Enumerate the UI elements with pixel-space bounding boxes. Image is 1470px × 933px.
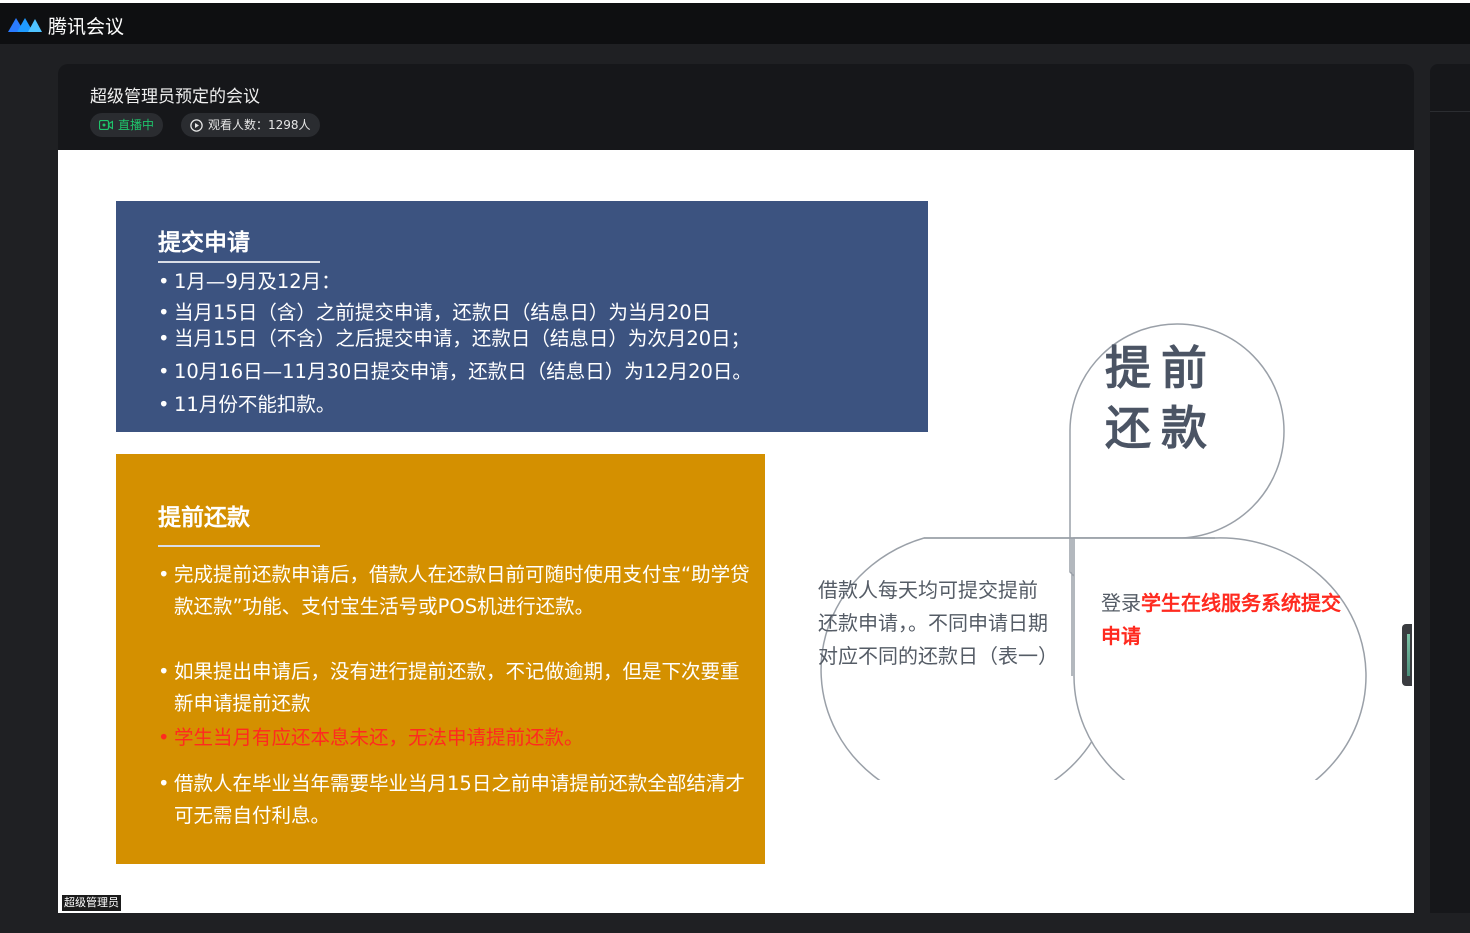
right-circle-text: 登录学生在线服务系统提交申请 bbox=[1101, 587, 1341, 653]
diagram-title: 提前还款 bbox=[1105, 341, 1217, 455]
camera-icon bbox=[99, 120, 113, 130]
prepayment-box: 提前还款 完成提前还款申请后，借款人在还款日前可随时使用支付宝“助学贷款还款”功… bbox=[116, 454, 765, 864]
meeting-window: 超级管理员预定的会议 直播中 观看人数：1298人 提交申请 1月—9月及12月… bbox=[58, 64, 1414, 913]
side-panel-handle[interactable] bbox=[1402, 624, 1412, 686]
title-bar: 腾讯会议 bbox=[0, 0, 1470, 44]
list-item: 11月份不能扣款。 bbox=[158, 389, 335, 421]
live-status-badge: 直播中 bbox=[90, 113, 164, 137]
meeting-title: 超级管理员预定的会议 bbox=[90, 87, 260, 107]
live-status-label: 直播中 bbox=[118, 118, 155, 132]
left-circle-text: 借款人每天均可提交提前还款申请，。不同申请日期对应不同的还款日（表一） bbox=[818, 578, 1058, 668]
viewer-count-badge: 观看人数：1298人 bbox=[181, 113, 320, 137]
prepay-box-title: 提前还款 bbox=[158, 505, 250, 531]
right-circle-prefix: 登录 bbox=[1101, 591, 1141, 615]
shared-slide: 提交申请 1月—9月及12月： 当月15日（含）之前提交申请，还款日（结息日）为… bbox=[58, 150, 1414, 913]
viewer-count-label: 观看人数：1298人 bbox=[208, 118, 311, 132]
list-item: 当月15日（不含）之后提交申请，还款日（结息日）为次月20日； bbox=[158, 323, 750, 355]
play-circle-icon bbox=[190, 118, 203, 132]
right-side-panel bbox=[1430, 64, 1470, 913]
list-item-warning: 学生当月有应还本息未还，无法申请提前还款。 bbox=[158, 722, 754, 754]
circle-diagram bbox=[820, 323, 1367, 780]
list-item: 如果提出申请后，没有进行提前还款，不记做逾期，但是下次要重新申请提前还款 bbox=[158, 656, 754, 720]
list-item: 完成提前还款申请后，借款人在还款日前可随时使用支付宝“助学贷款还款”功能、支付宝… bbox=[158, 559, 754, 623]
title-divider bbox=[158, 545, 320, 547]
title-divider bbox=[158, 261, 320, 263]
list-item: 1月—9月及12月： bbox=[158, 266, 341, 298]
list-item: 借款人在毕业当年需要毕业当月15日之前申请提前还款全部结清才可无需自付利息。 bbox=[158, 768, 754, 832]
tencent-meeting-logo-icon bbox=[8, 18, 42, 32]
right-circle bbox=[1073, 537, 1367, 780]
submit-box-title: 提交申请 bbox=[158, 230, 250, 256]
list-item: 10月16日—11月30日提交申请，还款日（结息日）为12月20日。 bbox=[158, 356, 752, 388]
app-name: 腾讯会议 bbox=[48, 16, 125, 38]
speaker-name-tag: 超级管理员 bbox=[62, 895, 121, 911]
